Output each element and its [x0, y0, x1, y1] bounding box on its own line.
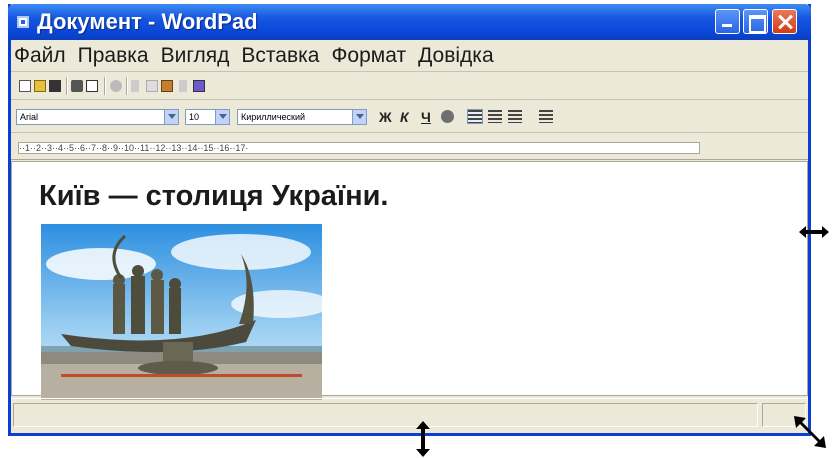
align-center-icon[interactable] — [488, 110, 502, 123]
insert-date-time-icon[interactable] — [193, 80, 205, 92]
menu-format[interactable]: Формат — [328, 44, 409, 68]
ruler-track: ··1··2··3··4··5··6··7··8··9··10··11··12·… — [18, 142, 700, 154]
title-bar[interactable]: Документ - WordPad — [8, 4, 811, 40]
save-disk-icon[interactable] — [49, 80, 61, 92]
text-color-icon[interactable] — [441, 110, 454, 123]
minimize-button[interactable] — [715, 9, 740, 34]
script-select[interactable]: Кириллический — [237, 109, 367, 125]
new-document-icon[interactable] — [19, 80, 31, 92]
wordpad-window: Документ - WordPad Файл Правка Вигляд Вс… — [8, 4, 811, 436]
close-button[interactable] — [772, 9, 797, 34]
open-folder-icon[interactable] — [34, 80, 46, 92]
align-right-icon[interactable] — [508, 110, 522, 123]
document-area[interactable]: Київ — столиця України. — [11, 161, 808, 400]
menu-bar: Файл Правка Вигляд Вставка Формат Довідк… — [11, 40, 808, 72]
maximize-button[interactable] — [743, 9, 768, 34]
align-left-icon[interactable] — [467, 109, 483, 124]
bullets-icon[interactable] — [539, 110, 553, 123]
toolbar-separator — [104, 77, 106, 95]
cut-scissors-icon[interactable] — [131, 80, 139, 92]
menu-help[interactable]: Довідка — [415, 44, 497, 68]
bold-button[interactable]: Ж — [379, 109, 392, 125]
toolbar-separator — [126, 77, 128, 95]
print-preview-icon[interactable] — [86, 80, 98, 92]
wordpad-app-icon[interactable] — [17, 16, 29, 28]
underline-button[interactable]: Ч — [421, 109, 431, 125]
menu-edit[interactable]: Правка — [75, 44, 152, 68]
status-bar — [11, 398, 808, 430]
horizontal-resize-cursor-icon — [799, 226, 829, 238]
kyiv-founders-monument-image — [41, 224, 322, 400]
paste-clipboard-icon[interactable] — [161, 80, 173, 92]
find-binoculars-icon[interactable] — [110, 80, 122, 92]
diagonal-resize-cursor-icon — [794, 416, 826, 448]
monument-photo — [41, 224, 322, 400]
menu-file[interactable]: Файл — [11, 44, 69, 68]
chevron-down-icon[interactable] — [164, 110, 178, 124]
font-size-select[interactable]: 10 — [185, 109, 230, 125]
italic-button[interactable]: К — [400, 109, 409, 125]
font-name-select[interactable]: Arial — [16, 109, 179, 125]
copy-icon[interactable] — [146, 80, 158, 92]
standard-toolbar — [11, 73, 808, 100]
undo-icon[interactable] — [179, 80, 187, 92]
print-icon[interactable] — [71, 80, 83, 92]
vertical-resize-cursor-icon — [416, 421, 430, 457]
ruler[interactable]: ··1··2··3··4··5··6··7··8··9··10··11··12·… — [11, 134, 808, 160]
format-toolbar: Arial 10 Кириллический Ж К Ч — [11, 101, 808, 133]
font-name-value: Arial — [20, 112, 39, 122]
status-pane — [13, 403, 758, 427]
script-value: Кириллический — [241, 112, 306, 122]
font-size-value: 10 — [189, 112, 200, 122]
document-heading: Київ — столиця України. — [39, 180, 389, 212]
chevron-down-icon[interactable] — [352, 110, 366, 124]
menu-insert[interactable]: Вставка — [238, 44, 322, 68]
menu-view[interactable]: Вигляд — [158, 44, 233, 68]
toolbar-separator — [66, 77, 68, 95]
window-title: Документ - WordPad — [37, 9, 258, 34]
chevron-down-icon[interactable] — [215, 110, 229, 124]
